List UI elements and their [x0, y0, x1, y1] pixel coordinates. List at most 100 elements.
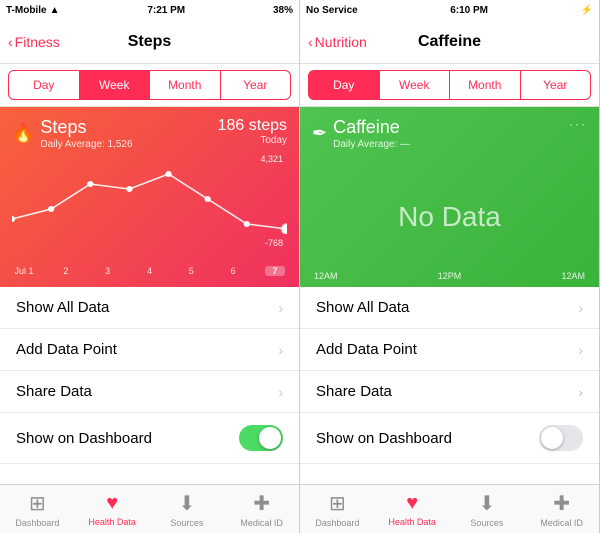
chevron-icon-r1: ›	[578, 342, 583, 358]
caffeine-panel: No Service 6:10 PM ⚡ ‹ Nutrition Caffein…	[300, 0, 600, 533]
status-bar-right: No Service 6:10 PM ⚡	[300, 0, 599, 20]
tab-month-left[interactable]: Month	[150, 70, 221, 100]
chart-value-area: 186 steps Today	[218, 117, 287, 146]
show-dashboard-item-right[interactable]: Show on Dashboard	[300, 413, 599, 464]
bottom-tab-medical-left[interactable]: ✚ Medical ID	[224, 485, 299, 533]
chevron-icon-r0: ›	[578, 300, 583, 316]
caffeine-title: Caffeine	[333, 117, 410, 138]
share-data-right-r: ›	[578, 384, 583, 400]
chart-date: Today	[218, 135, 287, 146]
add-data-point-label: Add Data Point	[16, 341, 117, 358]
steps-chart: 🔥 Steps Daily Average: 1,526 186 steps T…	[0, 107, 299, 287]
add-data-point-right: ›	[278, 342, 283, 358]
tab-year-right[interactable]: Year	[521, 70, 592, 100]
caffeine-chart: ✒ Caffeine Daily Average: — ··· No Data …	[300, 107, 599, 287]
x-label-2: 3	[98, 266, 118, 276]
health-label-left: Health Data	[88, 517, 136, 527]
status-left-right: No Service	[306, 5, 358, 16]
dashboard-toggle-right[interactable]	[539, 425, 583, 451]
bottom-tab-medical-right[interactable]: ✚ Medical ID	[524, 485, 599, 533]
signal-icon: ▲	[50, 5, 60, 16]
bottom-tab-dashboard-right[interactable]: ⊞ Dashboard	[300, 485, 375, 533]
tab-day-right[interactable]: Day	[308, 70, 380, 100]
toggle-knob-left	[259, 427, 281, 449]
sources-icon-left: ⬇	[178, 491, 195, 516]
time-label-start: 12AM	[314, 271, 338, 281]
carrier-label-right: No Service	[306, 5, 358, 16]
show-all-data-right-r: ›	[578, 300, 583, 316]
pill-icon: ✒	[312, 123, 327, 144]
health-icon-left: ♥	[106, 492, 118, 515]
dashboard-label-right: Dashboard	[315, 518, 359, 528]
back-button-right[interactable]: ‹ Nutrition	[308, 34, 367, 50]
medical-icon-left: ✚	[253, 491, 270, 516]
steps-panel: T-Mobile ▲ 7:21 PM 38% ‹ Fitness Steps D…	[0, 0, 300, 533]
more-icon[interactable]: ···	[569, 117, 587, 131]
chart-title: Steps	[40, 117, 132, 138]
bottom-tab-sources-right[interactable]: ⬇ Sources	[450, 485, 525, 533]
tab-bar-left: Day Week Month Year	[0, 64, 299, 107]
x-label-6: 7	[265, 266, 285, 276]
share-data-label: Share Data	[16, 383, 92, 400]
bottom-tab-bar-right: ⊞ Dashboard ♥ Health Data ⬇ Sources ✚ Me…	[300, 484, 599, 533]
share-data-item-left[interactable]: Share Data ›	[0, 371, 299, 413]
bottom-tab-sources-left[interactable]: ⬇ Sources	[150, 485, 225, 533]
caffeine-header: ✒ Caffeine Daily Average: — ···	[312, 117, 587, 150]
share-data-item-right[interactable]: Share Data ›	[300, 371, 599, 413]
chevron-icon-0: ›	[278, 300, 283, 316]
show-dashboard-item-left[interactable]: Show on Dashboard	[0, 413, 299, 464]
add-data-point-right-r: ›	[578, 342, 583, 358]
tab-week-left[interactable]: Week	[80, 70, 151, 100]
flame-icon: 🔥	[12, 123, 34, 144]
tab-year-left[interactable]: Year	[221, 70, 292, 100]
bottom-tab-dashboard-left[interactable]: ⊞ Dashboard	[0, 485, 75, 533]
no-data-label: No Data	[312, 162, 587, 271]
status-right-right: ⚡	[581, 5, 593, 16]
medical-label-left: Medical ID	[240, 518, 283, 528]
dashboard-label-left: Dashboard	[15, 518, 59, 528]
chevron-icon-1: ›	[278, 342, 283, 358]
share-data-right: ›	[278, 384, 283, 400]
menu-list-right: Show All Data › Add Data Point › Share D…	[300, 287, 599, 484]
tab-month-right[interactable]: Month	[450, 70, 521, 100]
time-label-right: 6:10 PM	[450, 5, 488, 16]
dashboard-toggle-left[interactable]	[239, 425, 283, 451]
bottom-tab-health-right[interactable]: ♥ Health Data	[375, 485, 450, 533]
status-bar-left: T-Mobile ▲ 7:21 PM 38%	[0, 0, 299, 20]
page-title-right: Caffeine	[418, 33, 481, 51]
x-label-5: 6	[223, 266, 243, 276]
x-label-1: 2	[56, 266, 76, 276]
bottom-tab-bar-left: ⊞ Dashboard ♥ Health Data ⬇ Sources ✚ Me…	[0, 484, 299, 533]
caffeine-subtitle: Daily Average: —	[333, 139, 410, 150]
show-all-data-item-left[interactable]: Show All Data ›	[0, 287, 299, 329]
chart-min-label: -768	[265, 238, 283, 248]
time-label: 7:21 PM	[147, 5, 185, 16]
x-label-4: 5	[181, 266, 201, 276]
tab-week-right[interactable]: Week	[380, 70, 451, 100]
show-dashboard-label: Show on Dashboard	[16, 430, 152, 447]
health-label-right: Health Data	[388, 517, 436, 527]
chevron-icon-2: ›	[278, 384, 283, 400]
menu-list-left: Show All Data › Add Data Point › Share D…	[0, 287, 299, 484]
back-label-right: Nutrition	[315, 34, 367, 50]
tab-day-left[interactable]: Day	[8, 70, 80, 100]
back-button-left[interactable]: ‹ Fitness	[8, 34, 60, 50]
sources-icon-right: ⬇	[478, 491, 495, 516]
carrier-label: T-Mobile	[6, 5, 47, 16]
bottom-tab-health-left[interactable]: ♥ Health Data	[75, 485, 150, 533]
medical-label-right: Medical ID	[540, 518, 583, 528]
show-all-data-label-right: Show All Data	[316, 299, 409, 316]
nav-bar-left: ‹ Fitness Steps	[0, 20, 299, 64]
show-all-data-right: ›	[278, 300, 283, 316]
add-data-point-item-left[interactable]: Add Data Point ›	[0, 329, 299, 371]
share-data-label-right: Share Data	[316, 383, 392, 400]
toggle-knob-right	[541, 427, 563, 449]
battery-label: 38%	[273, 5, 293, 16]
dashboard-icon-left: ⊞	[29, 491, 46, 516]
chart-title-area: 🔥 Steps Daily Average: 1,526	[12, 117, 133, 150]
caffeine-title-area: ✒ Caffeine Daily Average: —	[312, 117, 410, 150]
dashboard-icon-right: ⊞	[329, 491, 346, 516]
add-data-point-item-right[interactable]: Add Data Point ›	[300, 329, 599, 371]
chart-max-label: 4,321	[260, 154, 283, 164]
show-all-data-item-right[interactable]: Show All Data ›	[300, 287, 599, 329]
